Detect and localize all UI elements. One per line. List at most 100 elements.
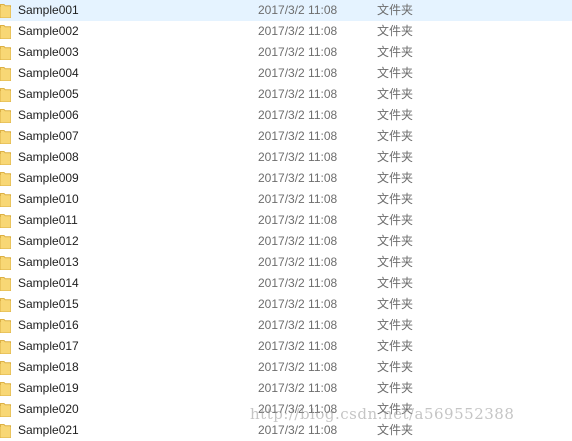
file-name: Sample020: [18, 402, 79, 416]
folder-icon: [0, 45, 11, 60]
file-type: 文件夹: [377, 24, 414, 38]
file-type: 文件夹: [377, 234, 414, 248]
file-date-modified: 2017/3/2 11:08: [258, 129, 338, 143]
file-row[interactable]: Sample008 2017/3/2 11:08 文件夹: [0, 147, 572, 168]
file-date-modified: 2017/3/2 11:08: [258, 255, 338, 269]
file-row[interactable]: Sample020 2017/3/2 11:08 文件夹: [0, 399, 572, 420]
file-row[interactable]: Sample011 2017/3/2 11:08 文件夹: [0, 210, 572, 231]
file-row[interactable]: Sample003 2017/3/2 11:08 文件夹: [0, 42, 572, 63]
file-row[interactable]: Sample005 2017/3/2 11:08 文件夹: [0, 84, 572, 105]
folder-icon: [0, 255, 11, 270]
folder-icon: [0, 297, 11, 312]
folder-icon: [0, 171, 11, 186]
folder-icon: [0, 339, 11, 354]
file-name: Sample019: [18, 381, 79, 395]
file-type: 文件夹: [377, 129, 414, 143]
folder-icon: [0, 213, 11, 228]
file-row[interactable]: Sample009 2017/3/2 11:08 文件夹: [0, 168, 572, 189]
file-row[interactable]: Sample007 2017/3/2 11:08 文件夹: [0, 126, 572, 147]
file-type: 文件夹: [377, 87, 414, 101]
file-name: Sample015: [18, 297, 79, 311]
file-date-modified: 2017/3/2 11:08: [258, 297, 338, 311]
file-name: Sample006: [18, 108, 79, 122]
file-name: Sample007: [18, 129, 79, 143]
file-name: Sample010: [18, 192, 79, 206]
file-type: 文件夹: [377, 255, 414, 269]
file-name: Sample009: [18, 171, 79, 185]
file-type: 文件夹: [377, 45, 414, 59]
file-name: Sample001: [18, 3, 79, 17]
file-name: Sample012: [18, 234, 79, 248]
file-row[interactable]: Sample002 2017/3/2 11:08 文件夹: [0, 21, 572, 42]
file-date-modified: 2017/3/2 11:08: [258, 66, 338, 80]
folder-icon: [0, 276, 11, 291]
file-date-modified: 2017/3/2 11:08: [258, 339, 338, 353]
file-type: 文件夹: [377, 381, 414, 395]
file-date-modified: 2017/3/2 11:08: [258, 381, 338, 395]
file-date-modified: 2017/3/2 11:08: [258, 318, 338, 332]
folder-icon: [0, 24, 11, 39]
file-row[interactable]: Sample017 2017/3/2 11:08 文件夹: [0, 336, 572, 357]
file-type: 文件夹: [377, 108, 414, 122]
folder-icon: [0, 423, 11, 438]
folder-icon: [0, 3, 11, 18]
file-date-modified: 2017/3/2 11:08: [258, 234, 338, 248]
file-date-modified: 2017/3/2 11:08: [258, 402, 338, 416]
file-row[interactable]: Sample004 2017/3/2 11:08 文件夹: [0, 63, 572, 84]
file-list: Sample001 2017/3/2 11:08 文件夹 Sample002 2017/…: [0, 0, 572, 441]
file-row[interactable]: Sample001 2017/3/2 11:08 文件夹: [0, 0, 572, 21]
folder-icon: [0, 192, 11, 207]
file-date-modified: 2017/3/2 11:08: [258, 3, 338, 17]
file-date-modified: 2017/3/2 11:08: [258, 87, 338, 101]
file-name: Sample017: [18, 339, 79, 353]
file-name: Sample002: [18, 24, 79, 38]
file-type: 文件夹: [377, 297, 414, 311]
folder-icon: [0, 129, 11, 144]
folder-icon: [0, 234, 11, 249]
file-name: Sample008: [18, 150, 79, 164]
folder-icon: [0, 318, 11, 333]
file-row[interactable]: Sample019 2017/3/2 11:08 文件夹: [0, 378, 572, 399]
folder-icon: [0, 66, 11, 81]
file-type: 文件夹: [377, 360, 414, 374]
file-type: 文件夹: [377, 150, 414, 164]
file-name: Sample004: [18, 66, 79, 80]
file-date-modified: 2017/3/2 11:08: [258, 171, 338, 185]
file-row[interactable]: Sample015 2017/3/2 11:08 文件夹: [0, 294, 572, 315]
file-name: Sample018: [18, 360, 79, 374]
file-type: 文件夹: [377, 213, 414, 227]
file-type: 文件夹: [377, 66, 414, 80]
file-type: 文件夹: [377, 276, 414, 290]
file-row[interactable]: Sample016 2017/3/2 11:08 文件夹: [0, 315, 572, 336]
file-row[interactable]: Sample014 2017/3/2 11:08 文件夹: [0, 273, 572, 294]
file-row[interactable]: Sample018 2017/3/2 11:08 文件夹: [0, 357, 572, 378]
file-date-modified: 2017/3/2 11:08: [258, 24, 338, 38]
file-name: Sample003: [18, 45, 79, 59]
file-date-modified: 2017/3/2 11:08: [258, 276, 338, 290]
folder-icon: [0, 360, 11, 375]
file-date-modified: 2017/3/2 11:08: [258, 150, 338, 164]
folder-icon: [0, 87, 11, 102]
file-name: Sample011: [18, 213, 78, 227]
file-date-modified: 2017/3/2 11:08: [258, 45, 338, 59]
file-date-modified: 2017/3/2 11:08: [258, 360, 338, 374]
file-date-modified: 2017/3/2 11:08: [258, 213, 338, 227]
folder-icon: [0, 402, 11, 417]
file-type: 文件夹: [377, 402, 414, 416]
file-type: 文件夹: [377, 192, 414, 206]
file-type: 文件夹: [377, 171, 414, 185]
file-name: Sample016: [18, 318, 79, 332]
file-name: Sample013: [18, 255, 79, 269]
file-name: Sample014: [18, 276, 79, 290]
file-date-modified: 2017/3/2 11:08: [258, 192, 338, 206]
file-row[interactable]: Sample013 2017/3/2 11:08 文件夹: [0, 252, 572, 273]
folder-icon: [0, 381, 11, 396]
file-name: Sample005: [18, 87, 79, 101]
file-row[interactable]: Sample006 2017/3/2 11:08 文件夹: [0, 105, 572, 126]
folder-icon: [0, 150, 11, 165]
file-type: 文件夹: [377, 318, 414, 332]
file-type: 文件夹: [377, 3, 414, 17]
folder-icon: [0, 108, 11, 123]
file-row[interactable]: Sample010 2017/3/2 11:08 文件夹: [0, 189, 572, 210]
file-row[interactable]: Sample012 2017/3/2 11:08 文件夹: [0, 231, 572, 252]
